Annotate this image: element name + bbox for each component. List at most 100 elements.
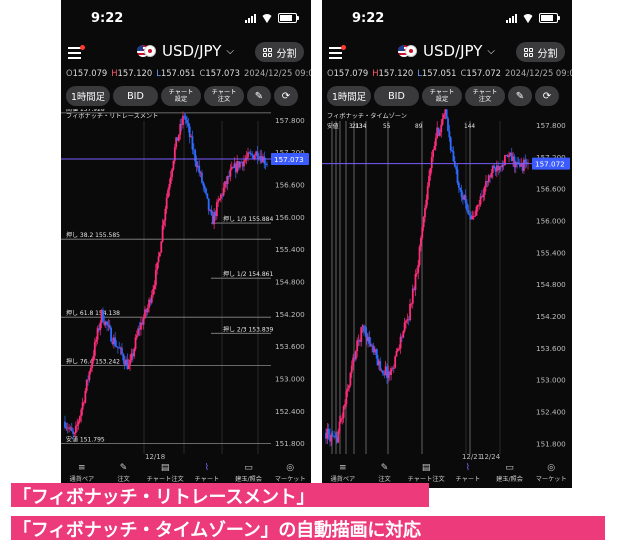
- rotate-icon[interactable]: ⟳: [535, 86, 559, 106]
- order-icon: ✎: [119, 463, 128, 473]
- candle-body: [95, 339, 98, 342]
- pencil-icon[interactable]: ✎: [508, 86, 532, 106]
- candle-body: [524, 159, 527, 163]
- chart-settings-button[interactable]: チャート 設定: [422, 86, 462, 106]
- candle-body: [467, 210, 470, 215]
- candle-body: [394, 356, 397, 368]
- chart-order-button[interactable]: チャート 注文: [465, 86, 505, 106]
- menu-icon[interactable]: [68, 45, 85, 59]
- candle-body: [382, 370, 384, 374]
- candle-body: [457, 182, 460, 188]
- battery-icon: [278, 13, 299, 23]
- x-tick-label: 12/18: [145, 453, 165, 461]
- candle-body: [418, 246, 421, 265]
- candle-body: [338, 421, 341, 432]
- rotate-icon[interactable]: ⟳: [274, 86, 298, 106]
- candle-body: [395, 351, 398, 357]
- tab-label: チャート注文: [146, 476, 184, 483]
- candle-body: [215, 202, 218, 217]
- candlestick-chart[interactable]: フィボナッチ・リトレースメント 157.800157.200156.600156.…: [61, 109, 311, 461]
- candle-body: [226, 176, 229, 185]
- candle-body: [121, 347, 123, 355]
- market-icon: ◎: [547, 463, 556, 473]
- candle-body: [248, 152, 251, 154]
- candle-body: [443, 114, 445, 119]
- candle-body: [350, 365, 353, 373]
- candle-body: [238, 161, 241, 168]
- candle-body: [108, 324, 111, 328]
- candle-body: [434, 137, 437, 146]
- candle-body: [360, 327, 363, 342]
- ohlc-row: O157.079 H157.120 L157.051 C157.072 2024…: [327, 68, 572, 78]
- y-tick-label: 156.600: [275, 180, 305, 189]
- candle-body: [152, 289, 155, 296]
- candle-body: [405, 320, 407, 323]
- candle-body: [68, 428, 70, 430]
- candlestick-chart[interactable]: フィボナッチ・タイムゾーン157.800157.200156.600156.00…: [322, 109, 572, 461]
- y-tick-label: 153.600: [536, 344, 566, 353]
- timezone-number: 144: [464, 124, 475, 130]
- candle-body: [172, 160, 175, 170]
- timeframe-button[interactable]: 1時間足: [327, 86, 371, 106]
- candle-body: [483, 186, 486, 195]
- candle-body: [411, 288, 414, 304]
- price-type-button[interactable]: BID: [113, 86, 158, 106]
- y-tick-label: 154.200: [536, 312, 566, 321]
- tab-positions[interactable]: ▭ 建玉/照会: [489, 463, 531, 488]
- notification-dot: [80, 45, 85, 50]
- candle-body: [379, 360, 382, 371]
- candle-body: [84, 390, 87, 403]
- price-type-button[interactable]: BID: [374, 86, 419, 106]
- close-value: 157.073: [205, 68, 240, 78]
- chart-order-button[interactable]: チャート 注文: [204, 86, 244, 106]
- candle-body: [354, 351, 357, 360]
- phone-screen-fibonacci-timezone: 9:22 USD/JPY ⌵ 分割 O157.079 H157.120 L157…: [322, 0, 572, 488]
- candle-body: [163, 220, 165, 226]
- chart-settings-button[interactable]: チャート 設定: [161, 86, 201, 106]
- timeframe-button[interactable]: 1時間足: [66, 86, 110, 106]
- candle-body: [157, 256, 160, 263]
- candle-body: [452, 151, 455, 162]
- candle-body: [440, 124, 443, 133]
- price-chart[interactable]: フィボナッチ・リトレースメント 157.800 157.200 156.600 156.…: [61, 109, 311, 461]
- candle-body: [459, 187, 462, 190]
- split-button[interactable]: 分割: [255, 42, 304, 62]
- candle-body: [91, 360, 94, 368]
- candle-body: [266, 164, 268, 166]
- candle-body: [263, 156, 266, 164]
- tab-label: チャート: [455, 476, 481, 483]
- app-header: USD/JPY ⌵ 分割: [61, 40, 311, 68]
- chart-toolbar: 1時間足 BID チャート 設定 チャート 注文 ✎ ⟳: [327, 86, 568, 106]
- candle-body: [74, 425, 77, 433]
- candle-body: [142, 317, 145, 325]
- tab-label: チャート注文: [407, 476, 445, 483]
- candle-body: [464, 195, 467, 204]
- chart-icon: ⌇: [204, 463, 210, 473]
- candle-body: [129, 359, 131, 365]
- candle-body: [81, 402, 84, 410]
- candle-body: [356, 340, 359, 352]
- chart-toolbar: 1時間足 BID チャート 設定 チャート 注文 ✎ ⟳: [66, 86, 307, 106]
- open-value: 157.079: [333, 68, 369, 78]
- candle-body: [73, 432, 76, 434]
- tab-chart[interactable]: ⌇ チャート: [447, 463, 489, 488]
- candle-body: [468, 214, 471, 216]
- pencil-icon[interactable]: ✎: [247, 86, 271, 106]
- currency-pair-select[interactable]: USD/JPY ⌵: [398, 42, 495, 60]
- candle-body: [363, 325, 365, 332]
- y-tick-label: 151.800: [275, 439, 305, 448]
- status-bar: 9:22: [322, 0, 572, 36]
- price-chart[interactable]: フィボナッチ・タイムゾーン 157.800 157.200 156.600 156.00…: [322, 109, 572, 461]
- tab-market[interactable]: ◎ マーケット: [530, 463, 572, 488]
- split-button[interactable]: 分割: [516, 42, 565, 62]
- fib-level-label: 高値 157.928: [66, 109, 105, 113]
- menu-icon[interactable]: [329, 45, 346, 59]
- current-price-label: 157.072: [535, 160, 565, 169]
- currency-pair-select[interactable]: USD/JPY ⌵: [137, 42, 234, 60]
- currency-pair-label: USD/JPY: [162, 42, 222, 60]
- wifi-icon: [261, 14, 273, 23]
- candle-body: [409, 303, 411, 321]
- fib-level-label: 押し 61.8 154.138: [66, 309, 120, 317]
- candle-body: [203, 185, 206, 189]
- candle-body: [217, 200, 220, 203]
